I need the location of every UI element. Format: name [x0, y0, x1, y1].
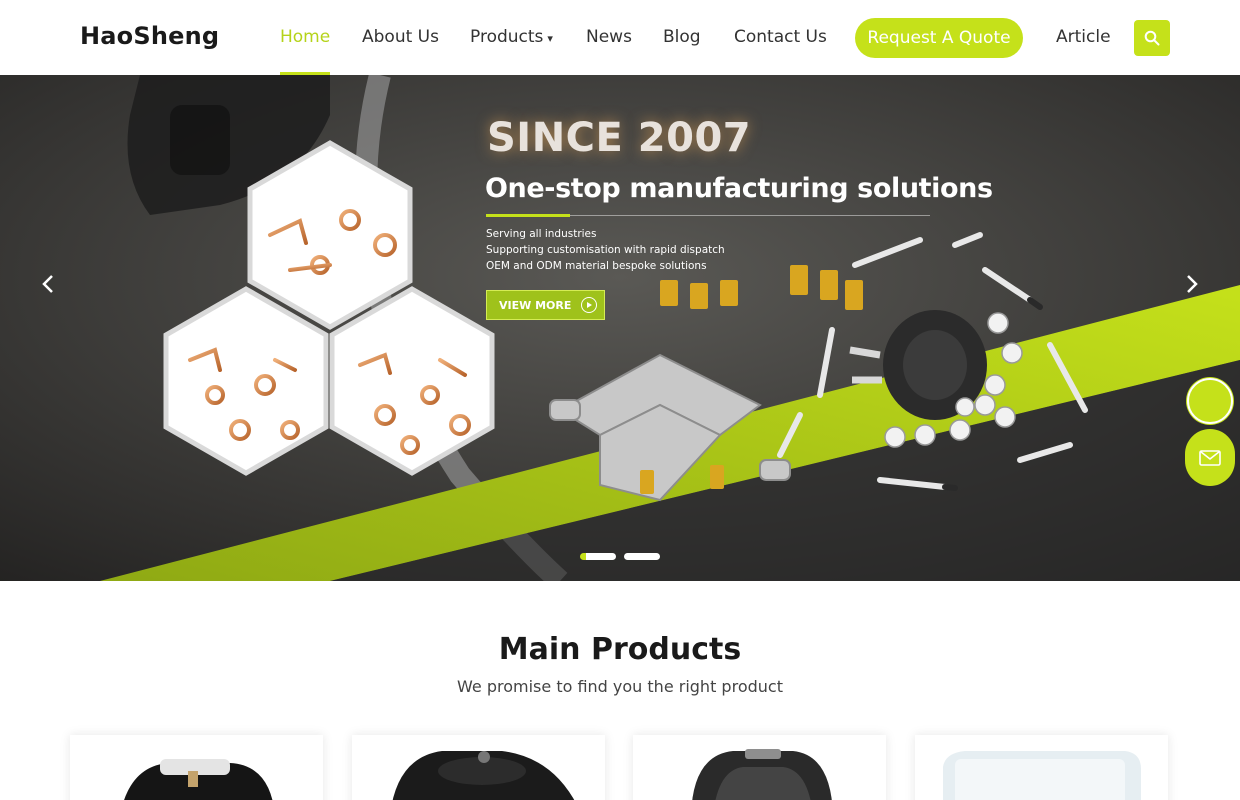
nav-products[interactable]: Products ▾	[470, 0, 553, 75]
product-card[interactable]	[633, 735, 886, 800]
hero-bullet: Serving all industries	[486, 228, 597, 240]
product-card[interactable]	[70, 735, 323, 800]
slider-pagination	[580, 553, 660, 560]
hero-headline: SINCE 2007	[487, 115, 752, 161]
nav-contact-us[interactable]: Contact Us	[734, 0, 827, 75]
view-more-button[interactable]: VIEW MORE	[486, 290, 605, 320]
product-card[interactable]	[352, 735, 605, 800]
nav-blog[interactable]: Blog	[663, 0, 701, 75]
nav-article[interactable]: Article	[1056, 0, 1111, 75]
nav-about-us[interactable]: About Us	[362, 0, 439, 75]
nav-home[interactable]: Home	[280, 0, 331, 75]
hero-bullets: Serving all industries Supporting custom…	[486, 226, 725, 274]
hero-divider-accent	[486, 214, 570, 217]
site-logo[interactable]: HaoSheng	[80, 22, 219, 50]
hero-bullet: Supporting customisation with rapid disp…	[486, 244, 725, 256]
product-image	[943, 751, 1141, 800]
product-image	[692, 749, 832, 800]
product-image	[124, 759, 273, 800]
chevron-left-icon	[42, 275, 53, 293]
nav-news[interactable]: News	[586, 0, 632, 75]
request-quote-button[interactable]: Request A Quote	[855, 18, 1023, 58]
arrow-right-circle-icon	[581, 297, 598, 313]
search-icon	[1144, 30, 1160, 46]
slider-dot-2[interactable]	[624, 553, 660, 560]
product-card[interactable]	[915, 735, 1168, 800]
hero-subheadline: One-stop manufacturing solutions	[485, 173, 993, 204]
search-button[interactable]	[1134, 20, 1170, 56]
chevron-right-icon	[1187, 275, 1198, 293]
slider-dot-1[interactable]	[580, 553, 616, 560]
slider-prev-button[interactable]	[36, 270, 60, 298]
main-products-subtitle: We promise to find you the right product	[457, 677, 783, 696]
view-more-label: VIEW MORE	[499, 298, 572, 312]
chat-button[interactable]	[1187, 378, 1233, 424]
email-button[interactable]	[1185, 429, 1235, 486]
product-image	[392, 751, 575, 800]
slider-next-button[interactable]	[1180, 270, 1204, 298]
mail-icon	[1199, 449, 1221, 466]
chevron-down-icon: ▾	[547, 32, 553, 45]
nav-products-label: Products	[470, 27, 544, 47]
hero-banner: SINCE 2007 One-stop manufacturing soluti…	[0, 75, 1240, 581]
main-products-title: Main Products	[498, 632, 742, 667]
site-header: HaoSheng Home About Us Products ▾ News Bl…	[0, 0, 1240, 75]
hero-bullet: OEM and ODM material bespoke solutions	[486, 260, 707, 272]
